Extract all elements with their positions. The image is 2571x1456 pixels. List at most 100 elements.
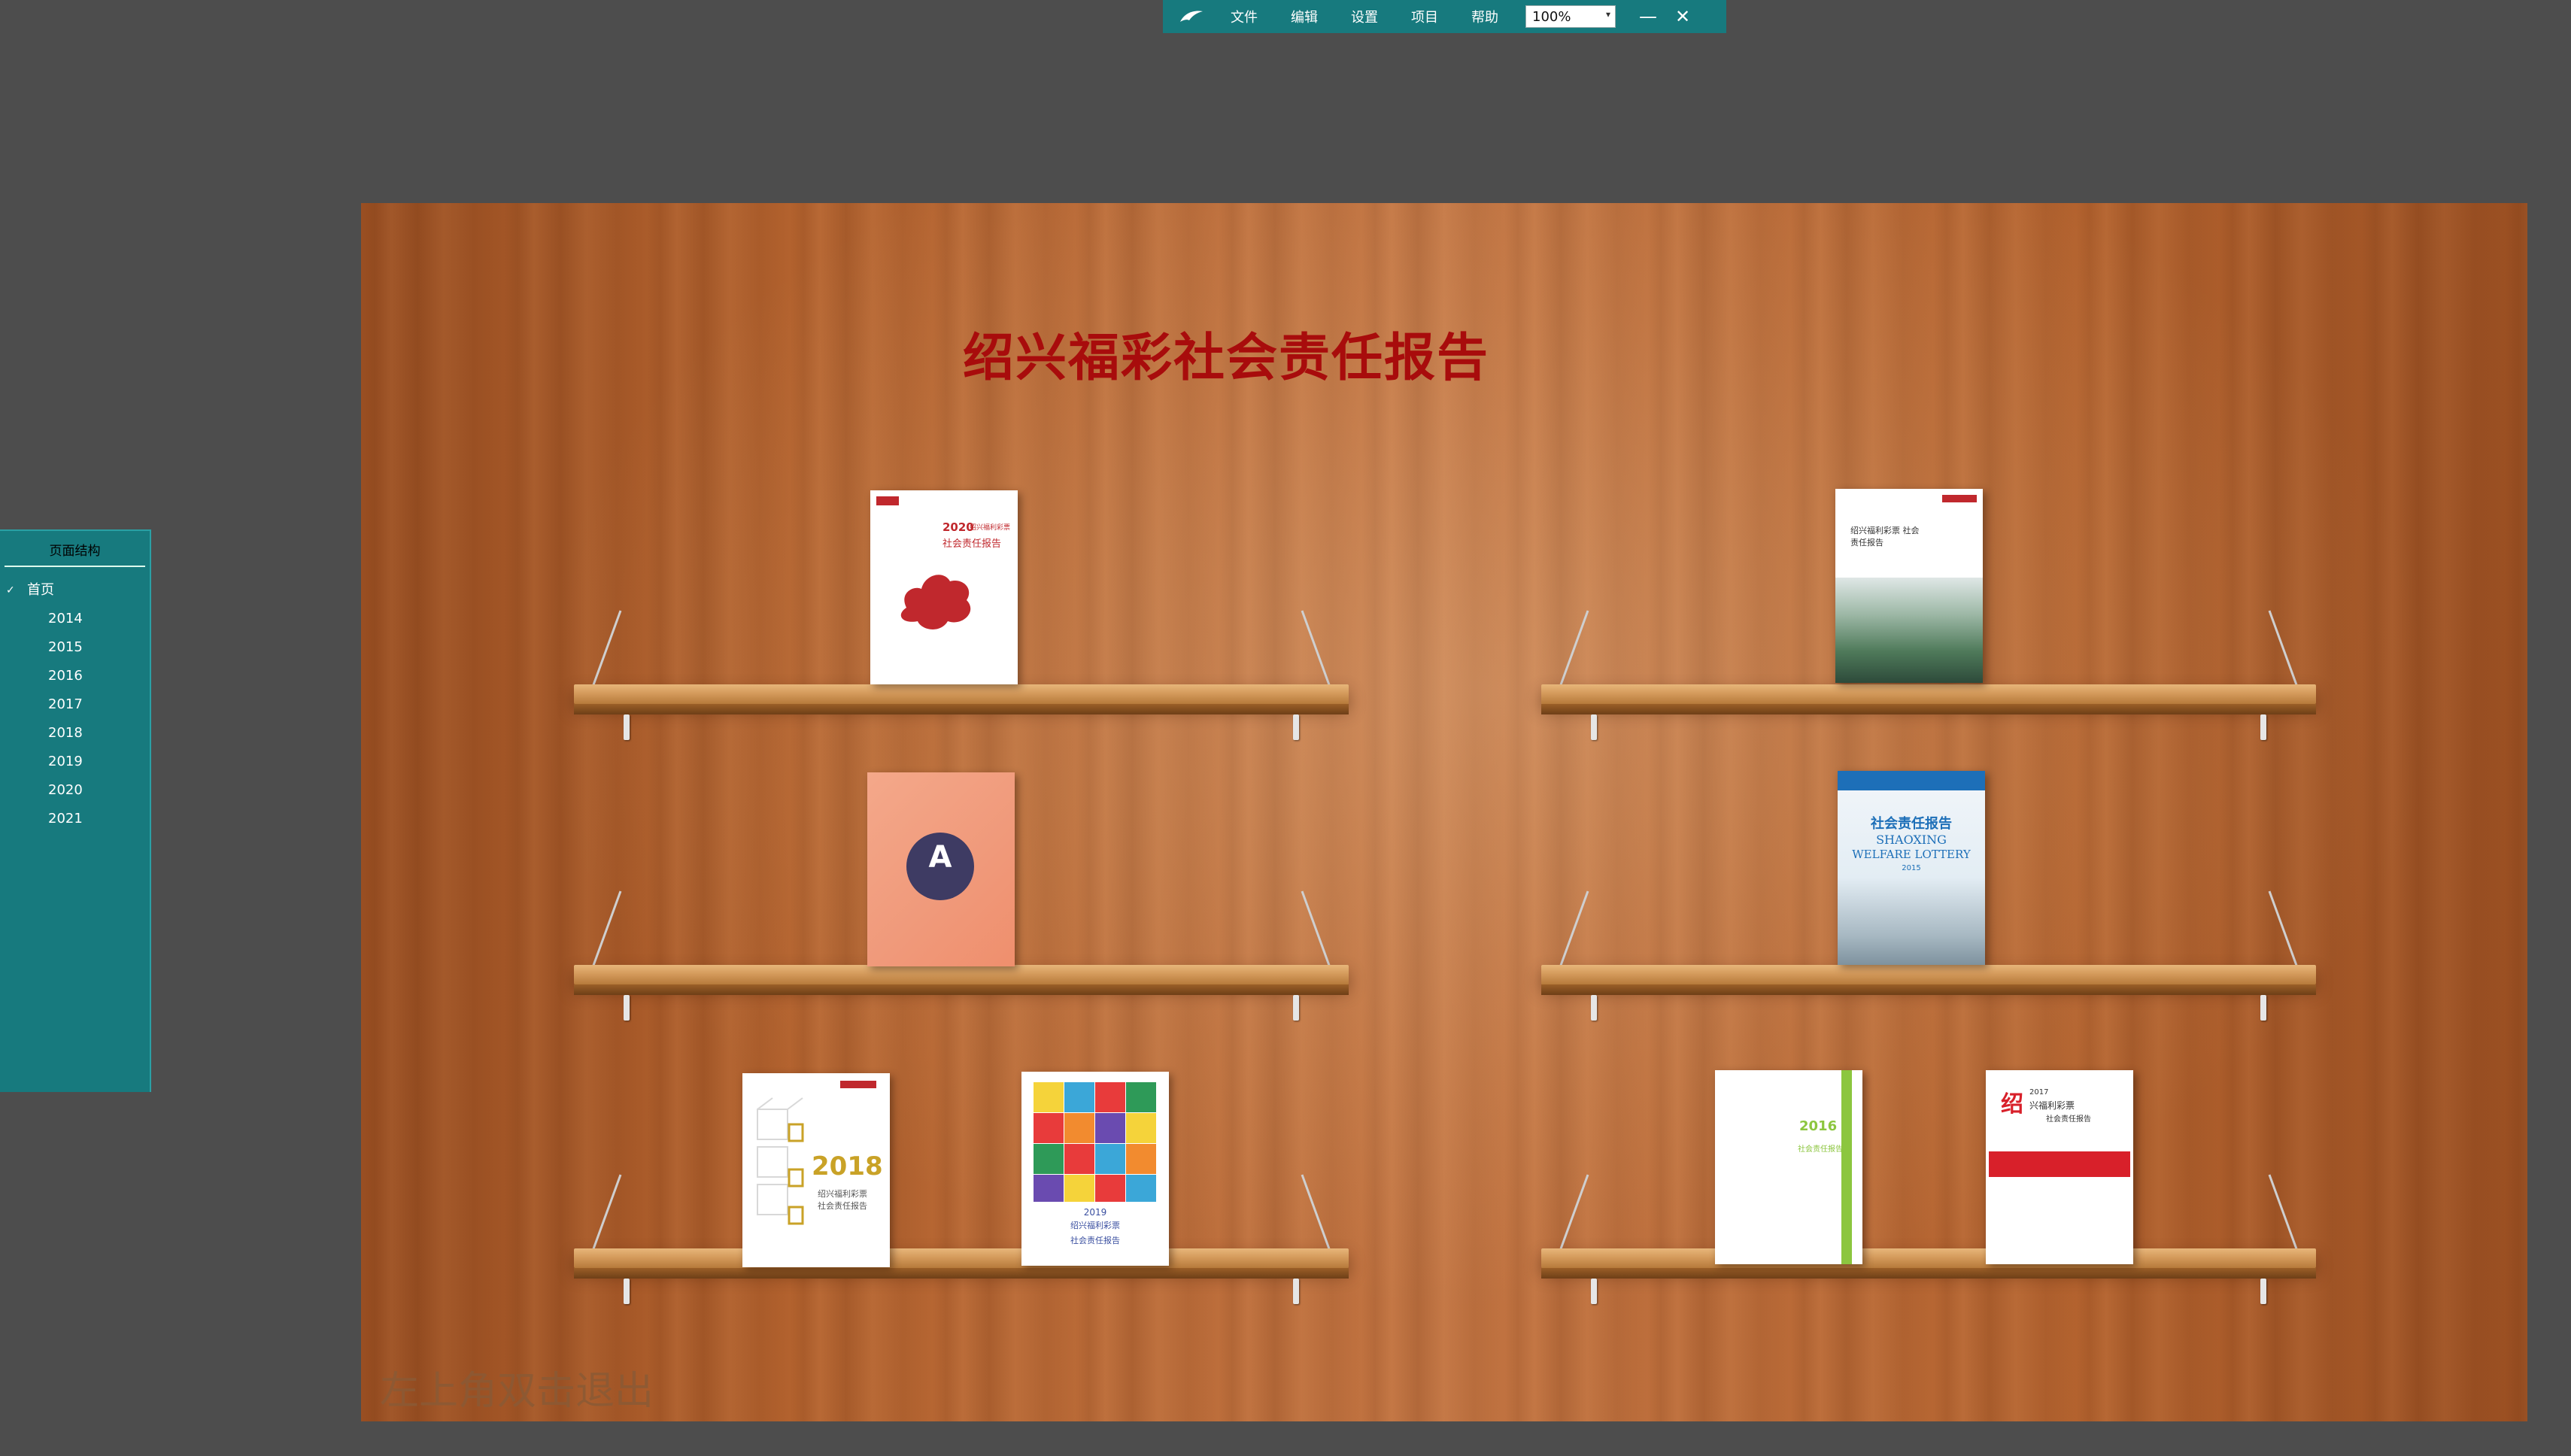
shelf-left-3 [574, 1174, 1349, 1309]
book-year: 2017 [2029, 1088, 2049, 1097]
top-toolbar: 文件 编辑 设置 项目 帮助 100% ▾ — ✕ [1163, 0, 1726, 33]
shelf-wire [1301, 890, 1332, 970]
book-line-2: 社会责任报告 [818, 1201, 867, 1211]
a-letter: A [928, 840, 952, 875]
zoom-select[interactable]: 100% ▾ [1525, 5, 1616, 28]
close-button[interactable]: ✕ [1665, 6, 1700, 27]
book-2014[interactable]: 绍兴福利彩票 社会责任报告 [1835, 489, 1983, 683]
book-subtitle: 绍兴福利彩票 [970, 524, 1011, 532]
book-line-2: 社会责任报告 [1070, 1236, 1120, 1245]
menu-help[interactable]: 帮助 [1471, 7, 1498, 26]
panel-title: 页面结构 [5, 531, 145, 567]
shelf-bracket [1293, 1279, 1299, 1304]
tree-item-2016[interactable]: 2016 [0, 662, 150, 690]
book-year: 2019 [1083, 1207, 1107, 1218]
page-title: 绍兴福彩社会责任报告 [962, 328, 1489, 388]
exit-hint: 左上角双击退出 [380, 1369, 654, 1414]
shelf-board [1541, 965, 2316, 984]
shelf-wire [1558, 1174, 1589, 1254]
tree-item-2020[interactable]: 2020 [0, 776, 150, 805]
shelf-wire [1558, 890, 1589, 970]
book-year: 2018 [812, 1151, 883, 1181]
shelf-bracket [624, 714, 630, 740]
shelf-edge [1541, 984, 2316, 995]
shelf-board [1541, 684, 2316, 704]
shelf-board [1541, 1248, 2316, 1268]
green-stripe [1841, 1070, 1852, 1264]
book-line-2: 社会责任报告 [2046, 1115, 2091, 1124]
book-en-1: SHAOXING [1876, 833, 1947, 847]
map-illustration-icon [900, 575, 971, 629]
tree-item-2017[interactable]: 2017 [0, 690, 150, 719]
shelf-edge [574, 704, 1349, 714]
check-icon: ✓ [6, 584, 15, 596]
dolphin-logo-icon[interactable] [1169, 0, 1214, 33]
shelf-bracket [2260, 714, 2266, 740]
book-title: 社会责任报告 [942, 538, 1002, 550]
book-year: 2015 [1902, 864, 1921, 872]
shelf-bracket [1591, 714, 1597, 740]
book-2018[interactable]: 2018 绍兴福利彩票 社会责任报告 [742, 1073, 890, 1267]
page-tree: ✓ 首页 2014 2015 2016 2017 2018 2019 2020 … [0, 576, 150, 833]
menu-file[interactable]: 文件 [1231, 7, 1258, 26]
shelf-wire [1301, 1174, 1332, 1254]
book-en-2: WELFARE LOTTERY [1852, 848, 1971, 861]
book-title: 社会责任报告 [1798, 1145, 1843, 1154]
book-year: 2016 [1799, 1118, 1838, 1134]
page-structure-panel: 页面结构 ✓ 首页 2014 2015 2016 2017 2018 2019 … [0, 529, 151, 1092]
shelf-bracket [624, 1279, 630, 1304]
book-big-char: 绍 [2001, 1091, 2023, 1118]
shelf-bracket [1591, 1279, 1597, 1304]
logo-mark [876, 496, 899, 505]
shelf-bracket [1591, 995, 1597, 1021]
cube-illustration-icon [757, 1097, 804, 1225]
book-line-1: 绍兴福利彩票 [1070, 1221, 1120, 1230]
menu-project[interactable]: 项目 [1411, 7, 1438, 26]
chevron-down-icon: ▾ [1605, 9, 1610, 20]
tree-item-2019[interactable]: 2019 [0, 748, 150, 776]
shelf-wire [2268, 890, 2299, 970]
book-a[interactable]: A [867, 772, 1015, 966]
shelf-wire [1301, 610, 1332, 690]
tree-item-2014[interactable]: 2014 [0, 605, 150, 633]
shelf-bracket [1293, 714, 1299, 740]
tree-item-2015[interactable]: 2015 [0, 633, 150, 662]
tree-item-label: 首页 [27, 582, 54, 598]
canal-photo [1835, 578, 1983, 683]
shelf-wire [590, 1174, 622, 1254]
tree-item-home[interactable]: ✓ 首页 [0, 576, 150, 605]
book-2016[interactable]: 2016 社会责任报告 [1715, 1070, 1862, 1264]
shelf-bracket [624, 995, 630, 1021]
shelf-wire [590, 890, 622, 970]
shelf-wire [2268, 610, 2299, 690]
book-2019[interactable]: 2019 绍兴福利彩票 社会责任报告 [1021, 1072, 1169, 1266]
shelf-bracket [2260, 1279, 2266, 1304]
shelf-edge [1541, 1268, 2316, 1279]
shelf-edge [1541, 704, 2316, 714]
shelf-board [574, 965, 1349, 984]
shelf-board [574, 684, 1349, 704]
tree-item-2018[interactable]: 2018 [0, 719, 150, 748]
menu-edit[interactable]: 编辑 [1291, 7, 1318, 26]
logo-mark [840, 1081, 876, 1088]
shelf-bracket [1293, 995, 1299, 1021]
book-2017[interactable]: 绍 2017 兴福利彩票 社会责任报告 [1986, 1070, 2133, 1264]
shelf-bracket [2260, 995, 2266, 1021]
menu-settings[interactable]: 设置 [1351, 7, 1378, 26]
shelf-right-1 [1541, 610, 2316, 745]
book-title: 社会责任报告 [1871, 816, 1952, 832]
shelf-right-2 [1541, 890, 2316, 1025]
tree-item-2021[interactable]: 2021 [0, 805, 150, 833]
minimize-button[interactable]: — [1631, 6, 1665, 27]
logo-band [1838, 771, 1985, 790]
logo-mark [1942, 495, 1977, 502]
book-line-1: 兴福利彩票 [2029, 1100, 2075, 1111]
book-line-1: 绍兴福利彩票 [818, 1189, 867, 1199]
shelf-right-3 [1541, 1174, 2316, 1309]
shelf-left-1 [574, 610, 1349, 745]
book-2015[interactable]: 社会责任报告 SHAOXING WELFARE LOTTERY 2015 [1838, 771, 1985, 965]
shelf-wire [1558, 610, 1589, 690]
shelf-wire [2268, 1174, 2299, 1254]
book-2020[interactable]: 2020 绍兴福利彩票 社会责任报告 [870, 490, 1018, 684]
zoom-value: 100% [1532, 8, 1571, 25]
